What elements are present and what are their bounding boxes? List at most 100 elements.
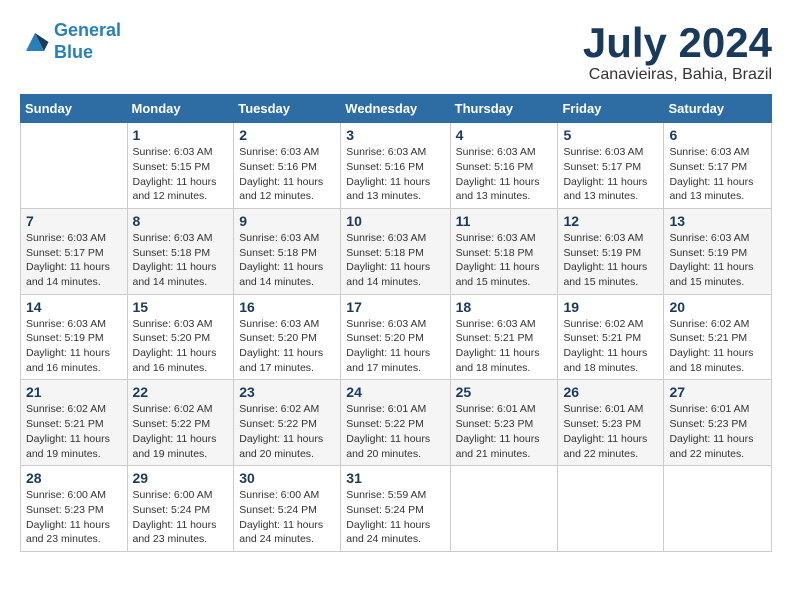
day-number: 18 [456,299,553,315]
calendar-cell [450,466,558,552]
day-info: Sunrise: 6:03 AM Sunset: 5:16 PM Dayligh… [346,145,444,204]
calendar-cell: 22 Sunrise: 6:02 AM Sunset: 5:22 PM Dayli… [127,380,234,466]
day-info: Sunrise: 6:02 AM Sunset: 5:21 PM Dayligh… [26,402,122,461]
calendar-cell: 27 Sunrise: 6:01 AM Sunset: 5:23 PM Dayli… [664,380,772,466]
calendar-cell: 14Sunrise: 6:03 AM Sunset: 5:19 PM Dayli… [21,294,128,380]
calendar-cell: 1 Sunrise: 6:03 AM Sunset: 5:15 PM Daylig… [127,123,234,209]
day-info: Sunrise: 6:02 AM Sunset: 5:21 PM Dayligh… [563,317,658,376]
day-number: 16 [239,299,335,315]
day-number: 10 [346,213,444,229]
day-number: 21 [26,384,122,400]
logo: General Blue [20,20,121,63]
calendar-header-tuesday: Tuesday [234,95,341,123]
day-number: 5 [563,127,658,143]
page-header: General Blue July 2024 Canavieiras, Bahi… [20,20,772,84]
calendar-header-monday: Monday [127,95,234,123]
day-info: Sunrise: 6:03 AM Sunset: 5:19 PM Dayligh… [669,231,766,290]
calendar-cell: 15 Sunrise: 6:03 AM Sunset: 5:20 PM Dayli… [127,294,234,380]
calendar-table: SundayMondayTuesdayWednesdayThursdayFrid… [20,94,772,552]
calendar-cell: 24 Sunrise: 6:01 AM Sunset: 5:22 PM Dayli… [341,380,450,466]
calendar-cell: 12Sunrise: 6:03 AM Sunset: 5:19 PM Dayli… [558,208,664,294]
day-number: 13 [669,213,766,229]
day-number: 28 [26,470,122,486]
day-info: Sunrise: 6:03 AM Sunset: 5:18 PM Dayligh… [239,231,335,290]
calendar-header-thursday: Thursday [450,95,558,123]
day-info: Sunrise: 6:03 AM Sunset: 5:20 PM Dayligh… [133,317,229,376]
day-number: 14 [26,299,122,315]
calendar-header-sunday: Sunday [21,95,128,123]
calendar-cell: 20Sunrise: 6:02 AM Sunset: 5:21 PM Dayli… [664,294,772,380]
calendar-header-saturday: Saturday [664,95,772,123]
logo-icon [20,27,50,57]
calendar-cell: 6 Sunrise: 6:03 AM Sunset: 5:17 PM Daylig… [664,123,772,209]
day-number: 4 [456,127,553,143]
day-info: Sunrise: 6:03 AM Sunset: 5:20 PM Dayligh… [346,317,444,376]
day-info: Sunrise: 6:03 AM Sunset: 5:20 PM Dayligh… [239,317,335,376]
day-number: 9 [239,213,335,229]
day-number: 30 [239,470,335,486]
day-number: 7 [26,213,122,229]
day-number: 31 [346,470,444,486]
day-number: 8 [133,213,229,229]
calendar-cell: 25 Sunrise: 6:01 AM Sunset: 5:23 PM Dayli… [450,380,558,466]
day-info: Sunrise: 6:03 AM Sunset: 5:15 PM Dayligh… [133,145,229,204]
day-number: 15 [133,299,229,315]
day-info: Sunrise: 6:00 AM Sunset: 5:23 PM Dayligh… [26,488,122,547]
calendar-cell: 4 Sunrise: 6:03 AM Sunset: 5:16 PM Daylig… [450,123,558,209]
day-number: 25 [456,384,553,400]
calendar-week-5: 28 Sunrise: 6:00 AM Sunset: 5:23 PM Dayli… [21,466,772,552]
day-number: 27 [669,384,766,400]
day-info: Sunrise: 6:01 AM Sunset: 5:23 PM Dayligh… [563,402,658,461]
day-number: 19 [563,299,658,315]
calendar-cell: 3 Sunrise: 6:03 AM Sunset: 5:16 PM Daylig… [341,123,450,209]
day-number: 26 [563,384,658,400]
day-info: Sunrise: 6:03 AM Sunset: 5:18 PM Dayligh… [133,231,229,290]
calendar-header-friday: Friday [558,95,664,123]
day-info: Sunrise: 6:01 AM Sunset: 5:22 PM Dayligh… [346,402,444,461]
title-block: July 2024 Canavieiras, Bahia, Brazil [583,20,772,84]
day-number: 6 [669,127,766,143]
calendar-cell: 10 Sunrise: 6:03 AM Sunset: 5:18 PM Dayli… [341,208,450,294]
day-number: 22 [133,384,229,400]
calendar-cell: 30 Sunrise: 6:00 AM Sunset: 5:24 PM Dayli… [234,466,341,552]
day-number: 29 [133,470,229,486]
calendar-body: 1 Sunrise: 6:03 AM Sunset: 5:15 PM Daylig… [21,123,772,552]
day-info: Sunrise: 6:03 AM Sunset: 5:16 PM Dayligh… [456,145,553,204]
calendar-cell: 17 Sunrise: 6:03 AM Sunset: 5:20 PM Dayli… [341,294,450,380]
day-info: Sunrise: 6:03 AM Sunset: 5:18 PM Dayligh… [456,231,553,290]
day-info: Sunrise: 6:03 AM Sunset: 5:17 PM Dayligh… [563,145,658,204]
day-info: Sunrise: 5:59 AM Sunset: 5:24 PM Dayligh… [346,488,444,547]
day-info: Sunrise: 6:01 AM Sunset: 5:23 PM Dayligh… [456,402,553,461]
day-info: Sunrise: 6:00 AM Sunset: 5:24 PM Dayligh… [133,488,229,547]
calendar-cell: 29 Sunrise: 6:00 AM Sunset: 5:24 PM Dayli… [127,466,234,552]
day-number: 3 [346,127,444,143]
calendar-cell: 16 Sunrise: 6:03 AM Sunset: 5:20 PM Dayli… [234,294,341,380]
day-info: Sunrise: 6:03 AM Sunset: 5:21 PM Dayligh… [456,317,553,376]
calendar-week-4: 21 Sunrise: 6:02 AM Sunset: 5:21 PM Dayli… [21,380,772,466]
day-info: Sunrise: 6:02 AM Sunset: 5:22 PM Dayligh… [133,402,229,461]
day-info: Sunrise: 6:02 AM Sunset: 5:22 PM Dayligh… [239,402,335,461]
calendar-cell: 18 Sunrise: 6:03 AM Sunset: 5:21 PM Dayli… [450,294,558,380]
day-info: Sunrise: 6:03 AM Sunset: 5:18 PM Dayligh… [346,231,444,290]
day-number: 11 [456,213,553,229]
day-info: Sunrise: 6:03 AM Sunset: 5:17 PM Dayligh… [26,231,122,290]
calendar-cell: 5 Sunrise: 6:03 AM Sunset: 5:17 PM Daylig… [558,123,664,209]
calendar-header-row: SundayMondayTuesdayWednesdayThursdayFrid… [21,95,772,123]
day-number: 17 [346,299,444,315]
day-info: Sunrise: 6:01 AM Sunset: 5:23 PM Dayligh… [669,402,766,461]
calendar-header-wednesday: Wednesday [341,95,450,123]
day-info: Sunrise: 6:03 AM Sunset: 5:17 PM Dayligh… [669,145,766,204]
location: Canavieiras, Bahia, Brazil [583,66,772,84]
day-number: 24 [346,384,444,400]
month-title: July 2024 [583,20,772,66]
calendar-cell [21,123,128,209]
calendar-cell: 8 Sunrise: 6:03 AM Sunset: 5:18 PM Daylig… [127,208,234,294]
day-info: Sunrise: 6:00 AM Sunset: 5:24 PM Dayligh… [239,488,335,547]
logo-text: General Blue [54,20,121,63]
day-number: 1 [133,127,229,143]
calendar-week-1: 1 Sunrise: 6:03 AM Sunset: 5:15 PM Daylig… [21,123,772,209]
calendar-cell: 28 Sunrise: 6:00 AM Sunset: 5:23 PM Dayli… [21,466,128,552]
calendar-cell [664,466,772,552]
calendar-cell: 7 Sunrise: 6:03 AM Sunset: 5:17 PM Daylig… [21,208,128,294]
calendar-cell: 2Sunrise: 6:03 AM Sunset: 5:16 PM Daylig… [234,123,341,209]
